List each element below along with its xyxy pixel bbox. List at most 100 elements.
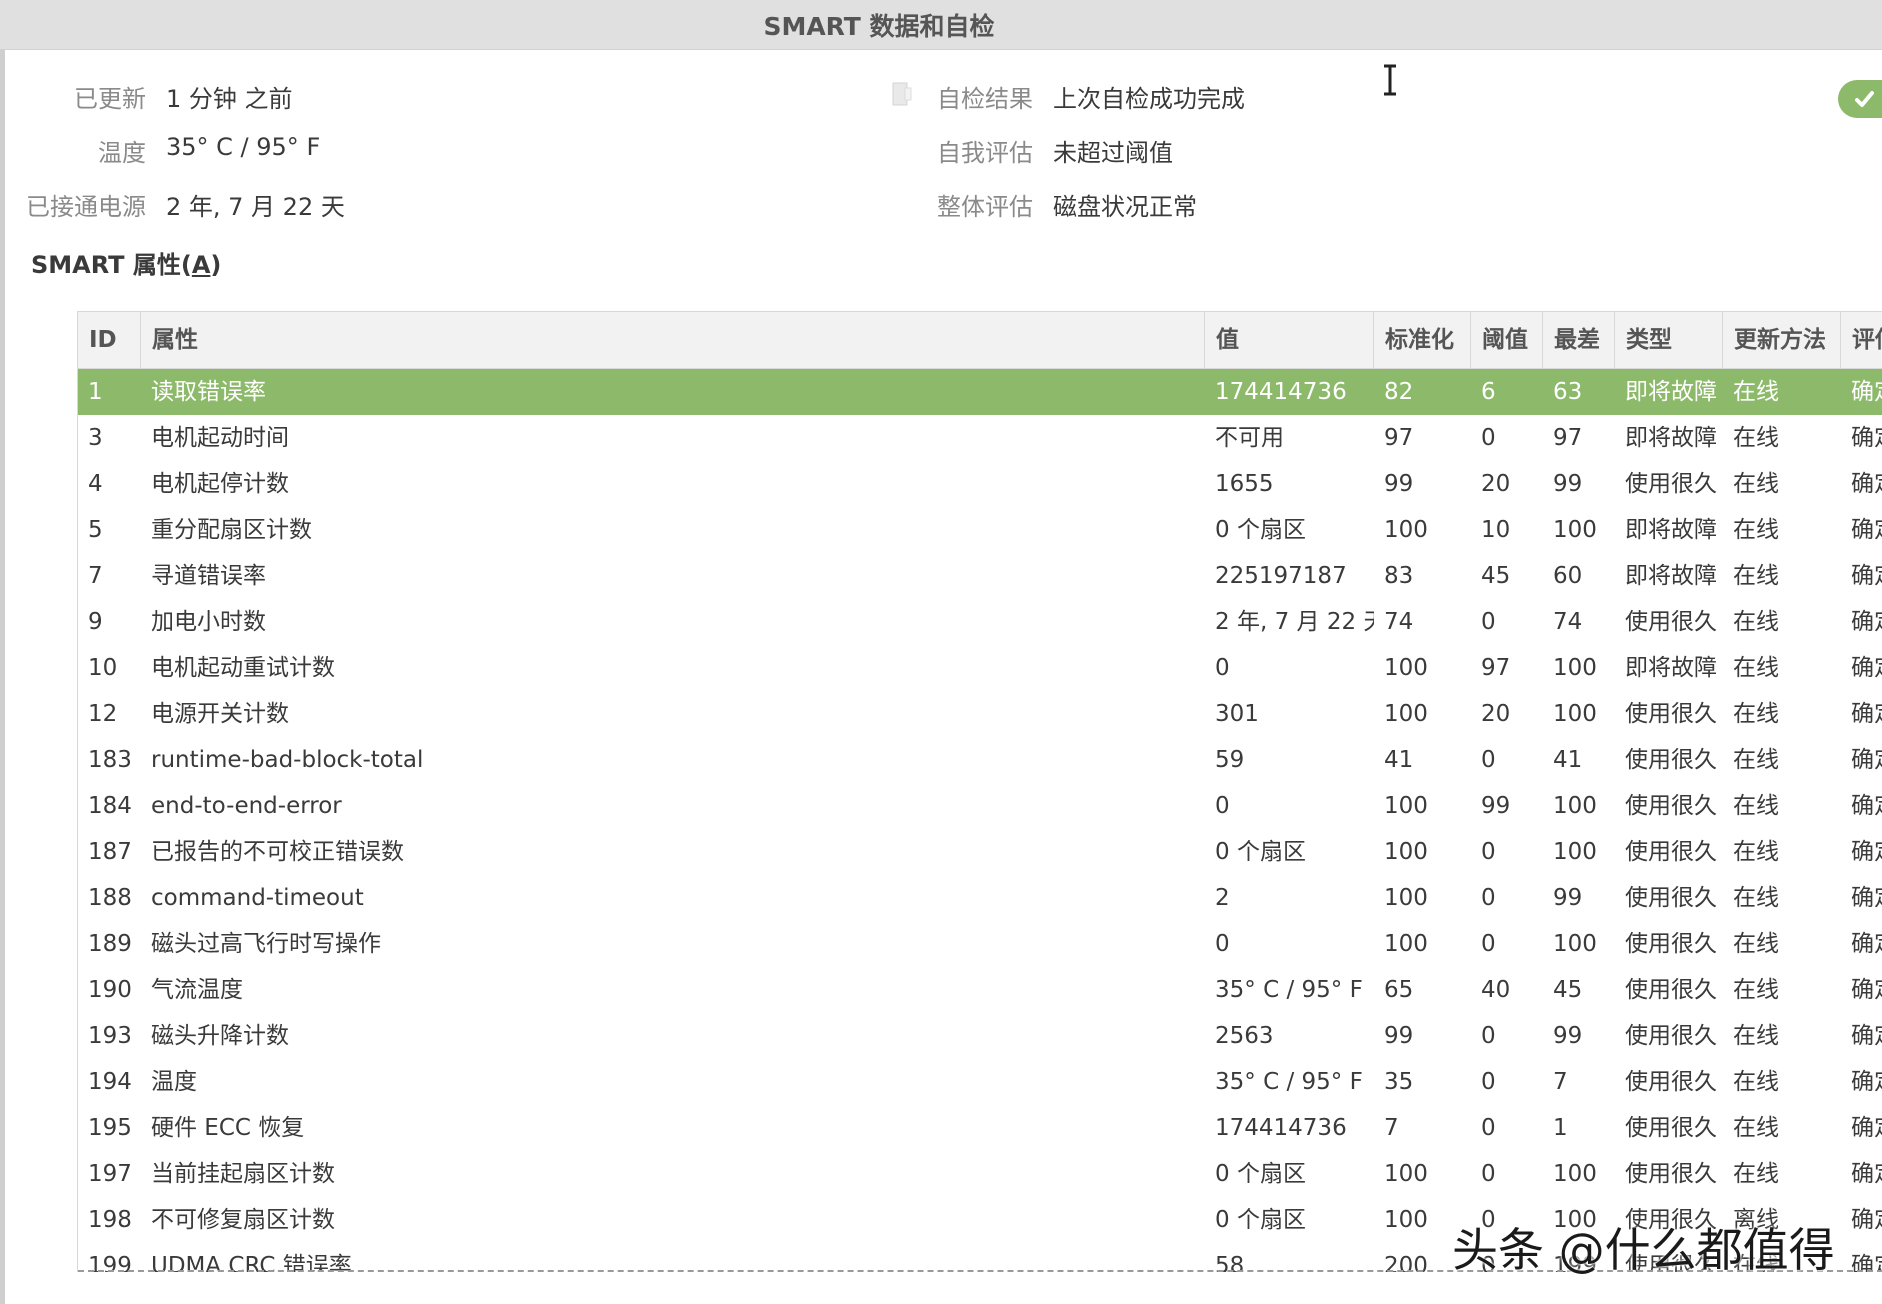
window-titlebar: SMART 数据和自检 <box>0 0 1882 50</box>
cell-assessment: 确定 <box>1851 931 1882 957</box>
table-row[interactable]: 188 command-timeout 2 100 0 99 使用很久在线 确定 <box>78 875 1882 921</box>
column-header-worst[interactable]: 最差 <box>1543 312 1615 368</box>
cell-id: 199 <box>88 1253 132 1272</box>
column-header-normalized[interactable]: 标准化 <box>1374 312 1471 368</box>
cell-assessment: 确定 <box>1851 517 1882 543</box>
table-row[interactable]: 193 磁头升降计数 2563 99 0 99 使用很久在线 确定 <box>78 1013 1882 1059</box>
cell-assessment: 确定 <box>1851 747 1882 773</box>
cell-normalized: 97 <box>1384 425 1414 451</box>
cell-id: 198 <box>88 1207 132 1233</box>
cell-attribute: 读取错误率 <box>151 379 266 405</box>
table-row[interactable]: 189 磁头过高飞行时写操作 0 100 0 100 使用很久在线 确定 <box>78 921 1882 967</box>
cell-updates: 在线 <box>1733 747 1779 773</box>
column-header-attribute[interactable]: 属性 <box>141 312 1205 368</box>
cell-id: 188 <box>88 885 132 911</box>
cell-assessment: 确定 <box>1851 471 1882 497</box>
cell-worst: 100 <box>1553 517 1597 543</box>
cell-value: 225197187 <box>1215 563 1347 589</box>
cell-attribute: 硬件 ECC 恢复 <box>151 1115 305 1141</box>
cell-updates: 在线 <box>1733 1161 1779 1187</box>
cell-assessment: 确定 <box>1851 1253 1882 1272</box>
cell-updates: 在线 <box>1733 1115 1779 1141</box>
cell-threshold: 20 <box>1481 471 1511 497</box>
cell-value: 0 个扇区 <box>1215 839 1306 865</box>
table-row[interactable]: 3 电机起动时间 不可用 97 0 97 即将故障在线 确定 <box>78 415 1882 461</box>
cell-attribute: 电源开关计数 <box>151 701 289 727</box>
cell-worst: 100 <box>1553 701 1597 727</box>
column-header-assessment[interactable]: 评估 <box>1841 312 1882 368</box>
table-row[interactable]: 194 温度 35° C / 95° F 35 0 7 使用很久在线 确定 <box>78 1059 1882 1105</box>
cell-attribute: 气流温度 <box>151 977 243 1003</box>
cell-normalized: 100 <box>1384 655 1428 681</box>
cell-type: 使用很久 <box>1625 1069 1717 1095</box>
cell-updates: 在线 <box>1733 977 1779 1003</box>
window-title: SMART 数据和自检 <box>763 11 995 41</box>
table-row[interactable]: 12 电源开关计数 301 100 20 100 使用很久在线 确定 <box>78 691 1882 737</box>
cell-type: 使用很久 <box>1625 1115 1717 1141</box>
table-header: ID属性值标准化阈值最差类型更新方法评估 <box>78 312 1882 369</box>
column-header-type[interactable]: 类型 <box>1615 312 1723 368</box>
cell-normalized: 41 <box>1384 747 1414 773</box>
cell-worst: 1 <box>1553 1115 1568 1141</box>
cell-value: 0 <box>1215 655 1230 681</box>
updated-label: 已更新 <box>74 85 146 113</box>
checkmark-icon <box>1855 91 1874 107</box>
cell-value: 2563 <box>1215 1023 1274 1049</box>
column-header-id[interactable]: ID <box>78 312 141 368</box>
table-row[interactable]: 197 当前挂起扇区计数 0 个扇区 100 0 100 使用很久在线 确定 <box>78 1151 1882 1197</box>
table-row[interactable]: 1 读取错误率 174414736 82 6 63 即将故障在线 确定 <box>78 369 1882 415</box>
table-row[interactable]: 9 加电小时数 2 年, 7 月 22 天 74 0 74 使用很久在线 确定 <box>78 599 1882 645</box>
cell-id: 184 <box>88 793 132 819</box>
cell-attribute: runtime-bad-block-total <box>151 747 424 773</box>
cell-id: 5 <box>88 517 103 543</box>
table-row[interactable]: 5 重分配扇区计数 0 个扇区 100 10 100 即将故障在线 确定 <box>78 507 1882 553</box>
cell-id: 7 <box>88 563 103 589</box>
cell-normalized: 35 <box>1384 1069 1414 1095</box>
cell-id: 183 <box>88 747 132 773</box>
table-row[interactable]: 184 end-to-end-error 0 100 99 100 使用很久在线 确定 <box>78 783 1882 829</box>
table-row[interactable]: 187 已报告的不可校正错误数 0 个扇区 100 0 100 使用很久在线 确定 <box>78 829 1882 875</box>
cell-attribute: 电机起动重试计数 <box>151 655 335 681</box>
cell-threshold: 0 <box>1481 839 1496 865</box>
table-row[interactable]: 4 电机起停计数 1655 99 20 99 使用很久在线 确定 <box>78 461 1882 507</box>
column-header-threshold[interactable]: 阈值 <box>1471 312 1543 368</box>
smart-attributes-heading: SMART 属性(A) <box>31 251 222 279</box>
cell-normalized: 100 <box>1384 517 1428 543</box>
cell-updates: 在线 <box>1733 517 1779 543</box>
cell-threshold: 40 <box>1481 977 1511 1003</box>
cell-id: 187 <box>88 839 132 865</box>
table-row[interactable]: 195 硬件 ECC 恢复 174414736 7 0 1 使用很久在线 确定 <box>78 1105 1882 1151</box>
cell-updates: 在线 <box>1733 655 1779 681</box>
cell-threshold: 0 <box>1481 747 1496 773</box>
cell-id: 4 <box>88 471 103 497</box>
table-row[interactable]: 183 runtime-bad-block-total 59 41 0 41 使用很久 在线 确… <box>78 737 1882 783</box>
cell-worst: 99 <box>1553 471 1583 497</box>
cell-type: 使用很久 <box>1625 1023 1717 1049</box>
cell-type: 即将故障 <box>1625 563 1717 589</box>
table-row[interactable]: 7 寻道错误率 225197187 83 45 60 即将故障在线 确定 <box>78 553 1882 599</box>
cell-normalized: 82 <box>1384 379 1414 405</box>
temperature-value: 35° C / 95° F <box>166 133 321 161</box>
column-header-value[interactable]: 值 <box>1205 312 1374 368</box>
table-row[interactable]: 10 电机起动重试计数 0 100 97 100 即将故障在线 确定 <box>78 645 1882 691</box>
cell-value: 2 年, 7 月 22 天 <box>1215 609 1374 635</box>
cell-assessment: 确定 <box>1851 977 1882 1003</box>
cell-value: 0 <box>1215 793 1230 819</box>
cell-attribute: 磁头过高飞行时写操作 <box>151 931 381 957</box>
cell-type: 使用很久 <box>1625 839 1717 865</box>
cell-normalized: 100 <box>1384 701 1428 727</box>
cell-attribute: 当前挂起扇区计数 <box>151 1161 335 1187</box>
cell-id: 1 <box>88 379 103 405</box>
cell-attribute: 重分配扇区计数 <box>151 517 312 543</box>
document-icon <box>892 82 912 106</box>
window-frame <box>0 49 5 1304</box>
cell-attribute: 磁头升降计数 <box>151 1023 289 1049</box>
cell-id: 9 <box>88 609 103 635</box>
cell-type: 使用很久 <box>1625 609 1717 635</box>
column-header-updates[interactable]: 更新方法 <box>1723 312 1841 368</box>
table-row[interactable]: 190 气流温度 35° C / 95° F 65 40 45 使用很久在线 确定 <box>78 967 1882 1013</box>
cell-type: 即将故障 <box>1625 379 1717 405</box>
self-test-result-label: 自检结果 <box>937 85 1033 113</box>
smart-attributes-table[interactable]: ID属性值标准化阈值最差类型更新方法评估 1 读取错误率 174414736 82 6 6… <box>77 311 1882 1272</box>
cell-value: 2 <box>1215 885 1230 911</box>
